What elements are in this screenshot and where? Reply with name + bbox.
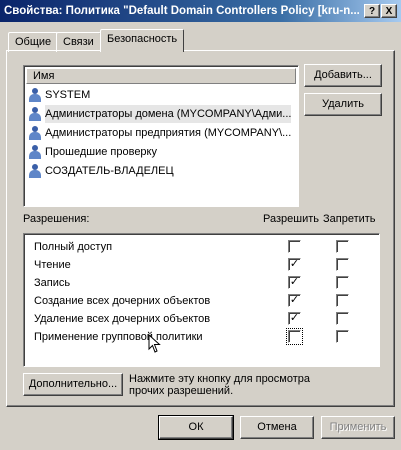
deny-checkbox[interactable] (336, 240, 349, 253)
permission-label: Удаление всех дочерних объектов (34, 313, 211, 325)
cancel-button[interactable]: Отмена (240, 416, 314, 439)
permission-label: Запись (34, 277, 71, 289)
permission-label: Создание всех дочерних объектов (34, 295, 211, 307)
principals-list[interactable]: Имя SYSTEM Администраторы домена (MYCOMP… (23, 65, 299, 207)
remove-button[interactable]: Удалить (304, 93, 382, 116)
allow-checkbox[interactable]: ✓ (288, 258, 301, 271)
window-title: Свойства: Политика "Default Domain Contr… (4, 5, 359, 17)
user-group-icon (28, 88, 42, 102)
allow-checkbox[interactable]: ✓ (288, 294, 301, 307)
permission-row-read: Чтение (34, 256, 364, 274)
advanced-hint: Нажмите эту кнопку для просмотра прочих … (129, 373, 311, 397)
principal-name: SYSTEM (45, 89, 91, 101)
permission-row-apply-group-policy: Применение групповой политики (34, 328, 364, 346)
tab-security[interactable]: Безопасность (100, 29, 185, 52)
list-item-authenticated-users[interactable]: Прошедшие проверку (28, 143, 296, 161)
allow-checkbox[interactable]: ✓ (288, 312, 301, 325)
user-group-icon (28, 126, 42, 140)
permissions-title: Разрешения: (23, 213, 90, 225)
allow-checkbox[interactable] (286, 328, 303, 345)
list-item-creator-owner[interactable]: СОЗДАТЕЛЬ-ВЛАДЕЛЕЦ (28, 162, 296, 180)
permission-label: Применение групповой политики (34, 331, 203, 343)
permission-label: Полный доступ (34, 241, 113, 253)
principal-name: Прошедшие проверку (45, 146, 157, 158)
allow-checkbox[interactable]: ✓ (288, 276, 301, 289)
list-item-system[interactable]: SYSTEM (28, 86, 296, 104)
tab-links[interactable]: Связи (56, 32, 101, 52)
user-group-icon (28, 164, 42, 178)
list-column-header[interactable]: Имя (26, 68, 296, 84)
user-group-icon (28, 107, 42, 121)
deny-checkbox[interactable] (336, 258, 349, 271)
list-item-enterprise-admins[interactable]: Администраторы предприятия (MYCOMPANY\..… (28, 124, 296, 142)
permission-row-full-control: Полный доступ (34, 238, 364, 256)
apply-button[interactable]: Применить (321, 416, 395, 439)
user-group-icon (28, 145, 42, 159)
allow-checkbox[interactable] (288, 240, 301, 253)
allow-column-header: Разрешить (263, 213, 319, 225)
deny-checkbox[interactable] (336, 330, 349, 343)
permissions-list: Полный доступ Чтение Запись Создание все… (23, 233, 380, 367)
help-button[interactable]: ? (364, 4, 380, 18)
deny-checkbox[interactable] (336, 276, 349, 289)
ok-button[interactable]: ОК (158, 415, 234, 440)
deny-checkbox[interactable] (336, 312, 349, 325)
deny-checkbox[interactable] (336, 294, 349, 307)
permission-row-create-children: Создание всех дочерних объектов (34, 292, 364, 310)
tab-general[interactable]: Общие (8, 32, 59, 52)
permission-label: Чтение (34, 259, 71, 271)
add-button[interactable]: Добавить... (304, 64, 382, 87)
principal-name: Администраторы домена (MYCOMPANY\Адми... (45, 105, 292, 123)
permission-row-write: Запись (34, 274, 364, 292)
principal-name: Администраторы предприятия (MYCOMPANY\..… (45, 127, 292, 139)
permission-row-delete-children: Удаление всех дочерних объектов (34, 310, 364, 328)
advanced-button[interactable]: Дополнительно... (23, 373, 123, 396)
security-tab-panel: Имя SYSTEM Администраторы домена (MYCOMP… (6, 50, 395, 407)
list-item-domain-admins[interactable]: Администраторы домена (MYCOMPANY\Адми... (28, 105, 296, 123)
title-bar: Свойства: Политика "Default Domain Contr… (0, 0, 401, 22)
principal-name: СОЗДАТЕЛЬ-ВЛАДЕЛЕЦ (45, 165, 174, 177)
close-button[interactable]: X (381, 4, 397, 18)
deny-column-header: Запретить (323, 213, 376, 225)
mouse-cursor-icon (148, 334, 161, 353)
